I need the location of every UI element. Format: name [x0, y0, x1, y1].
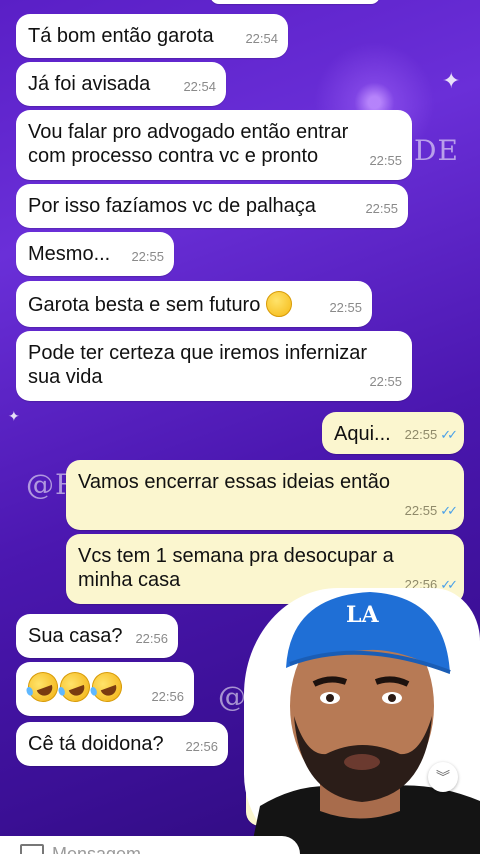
message-bubble-incoming[interactable]: Pode ter certeza que iremos infernizar s… — [16, 331, 412, 401]
rolling-on-floor-laughing-emoji-icon — [55, 667, 95, 707]
message-bubble-incoming[interactable]: Mesmo... 22:55 — [16, 232, 174, 276]
message-text: Vou falar pro advogado então entrar com … — [28, 121, 349, 167]
message-bubble-incoming[interactable]: Vou falar pro advogado então entrar com … — [16, 110, 412, 180]
sparkle-icon: ✦ — [442, 68, 461, 93]
message-text-body: Garota besta e sem futuro — [28, 294, 261, 316]
rolling-on-floor-laughing-emoji-icon — [87, 667, 127, 707]
double-chevron-down-icon: ︾ — [436, 769, 450, 785]
message-time: 22:55 — [365, 201, 398, 216]
message-time: 22:56 — [151, 689, 184, 704]
message-time-value: 22:55 — [404, 503, 438, 518]
message-time-value: 22:55 — [404, 427, 438, 442]
message-bubble-incoming[interactable]: 22:56 — [16, 662, 194, 716]
message-time: 22:55 — [369, 153, 402, 168]
watermark-text: DE — [414, 134, 459, 167]
message-bubble-incoming[interactable]: Tá bom então garota 22:54 — [16, 14, 288, 58]
message-bubble-incoming[interactable]: Sua casa? 22:56 — [16, 614, 178, 658]
message-composer[interactable]: Mensagem — [0, 836, 300, 854]
message-time: 22:54 — [245, 31, 278, 46]
sparkle-icon: ✦ — [8, 408, 20, 424]
raised-eyebrow-emoji-icon — [265, 291, 292, 317]
message-bubble-outgoing[interactable]: Aqui... 22:55 ✓✓ — [322, 412, 464, 454]
message-time: 22:55 ✓✓ — [404, 423, 458, 447]
message-text: Por isso fazíamos vc de palhaça — [28, 195, 316, 217]
message-text: Tá bom então garota — [28, 25, 214, 47]
message-bubble-partial — [210, 0, 380, 4]
message-text: Garota besta e sem futuro — [28, 291, 360, 317]
message-input[interactable]: Mensagem — [52, 844, 141, 854]
scroll-to-bottom-button[interactable]: ︾ — [428, 762, 458, 792]
message-time: 22:56 — [135, 631, 168, 646]
message-bubble-incoming[interactable]: Por isso fazíamos vc de palhaça 22:55 — [16, 184, 408, 228]
streamer-overlay: LA — [250, 592, 480, 854]
message-text: Vcs tem 1 semana pra desocupar a minha c… — [78, 545, 394, 591]
message-time: 22:55 ✓✓ — [404, 499, 458, 523]
svg-text:LA: LA — [346, 602, 379, 628]
message-text: Pode ter certeza que iremos infernizar s… — [28, 342, 368, 388]
message-text: Vamos encerrar essas ideias então — [78, 471, 391, 493]
double-check-icon: ✓✓ — [440, 503, 458, 518]
double-check-icon: ✓✓ — [440, 427, 458, 442]
message-bubble-incoming[interactable]: Já foi avisada 22:54 — [16, 62, 226, 106]
rolling-on-floor-laughing-emoji-icon — [23, 667, 63, 707]
message-time: 22:56 — [185, 739, 218, 754]
message-bubble-incoming[interactable]: Garota besta e sem futuro 22:55 — [16, 281, 372, 327]
message-bubble-outgoing[interactable]: Vamos encerrar essas ideias então 22:55 ✓… — [66, 460, 464, 530]
message-time: 22:55 — [329, 300, 362, 315]
message-time: 22:54 — [183, 79, 216, 94]
message-time: 22:55 — [131, 249, 164, 264]
keyboard-icon — [20, 844, 44, 854]
message-bubble-incoming[interactable]: Cê tá doidona? 22:56 — [16, 722, 228, 766]
message-time: 22:55 — [369, 374, 402, 389]
